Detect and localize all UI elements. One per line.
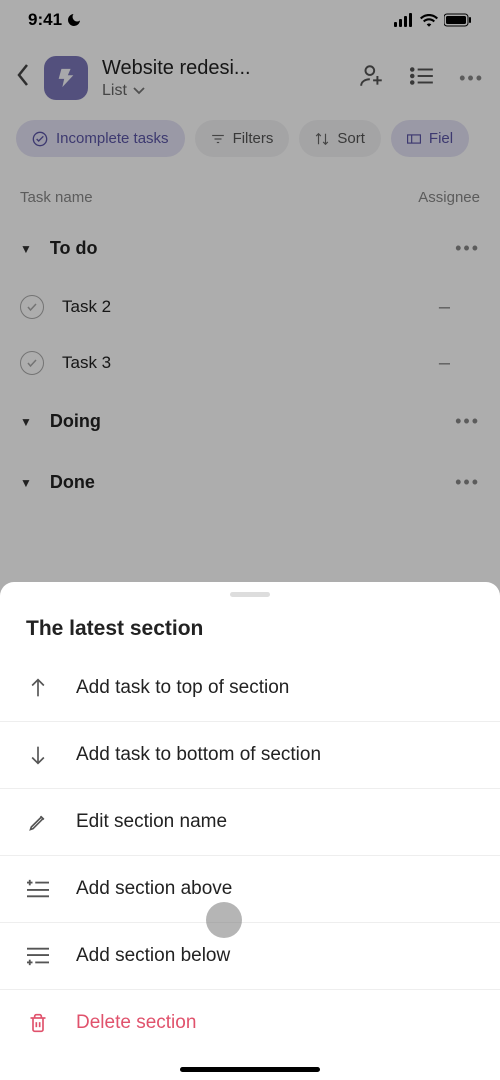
sheet-title: The latest section: [0, 603, 500, 655]
edit-section-name-item[interactable]: Edit section name: [0, 789, 500, 856]
sheet-item-label: Add section above: [76, 878, 232, 900]
add-above-icon: [26, 879, 50, 899]
sheet-item-label: Add task to bottom of section: [76, 744, 321, 766]
add-task-top-item[interactable]: Add task to top of section: [0, 655, 500, 722]
home-indicator[interactable]: [180, 1067, 320, 1072]
sheet-item-label: Add section below: [76, 945, 230, 967]
sheet-item-label: Add task to top of section: [76, 677, 289, 699]
delete-section-item[interactable]: Delete section: [0, 990, 500, 1056]
sheet-item-label: Edit section name: [76, 811, 227, 833]
sheet-grabber[interactable]: [230, 592, 270, 597]
arrow-up-icon: [26, 677, 50, 699]
trash-icon: [26, 1012, 50, 1034]
touch-indicator: [206, 902, 242, 938]
action-sheet: The latest section Add task to top of se…: [0, 582, 500, 1080]
sheet-item-label: Delete section: [76, 1012, 196, 1034]
add-task-bottom-item[interactable]: Add task to bottom of section: [0, 722, 500, 789]
add-below-icon: [26, 946, 50, 966]
add-section-above-item[interactable]: Add section above: [0, 856, 500, 923]
add-section-below-item[interactable]: Add section below: [0, 923, 500, 990]
arrow-down-icon: [26, 744, 50, 766]
pencil-icon: [26, 812, 50, 832]
